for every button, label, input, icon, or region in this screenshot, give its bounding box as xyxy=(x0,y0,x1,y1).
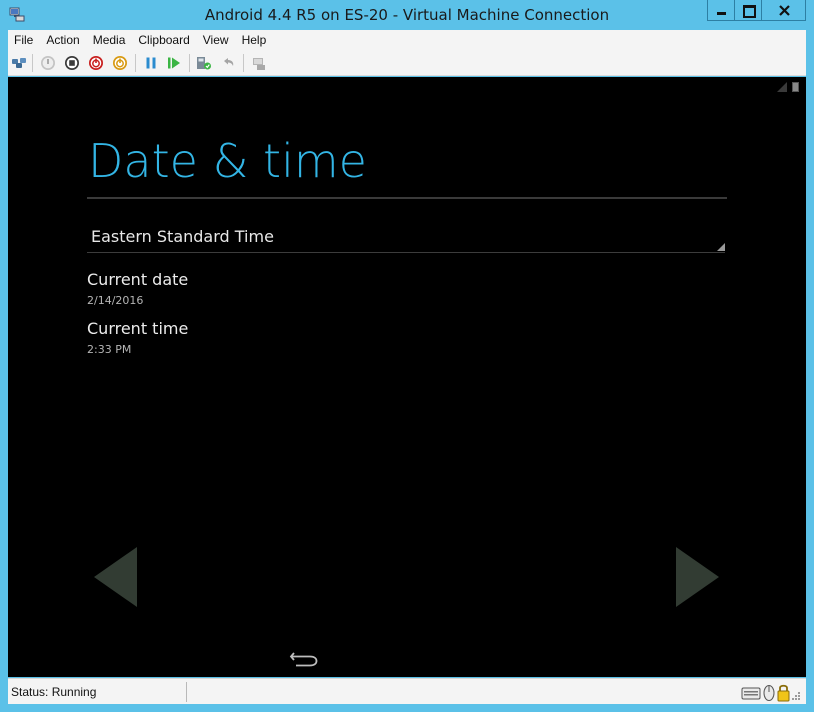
toolbar-separator xyxy=(189,54,190,72)
spinner-arrow-icon xyxy=(717,243,725,251)
menu-bar: File Action Media Clipboard View Help xyxy=(8,30,806,50)
vm-screen[interactable]: Date & time Eastern Standard Time Curren… xyxy=(8,77,806,677)
vm-status: Status: Running xyxy=(11,685,97,699)
pref-summary: 2:33 PM xyxy=(87,343,132,356)
revert-icon[interactable] xyxy=(220,55,236,71)
title-divider xyxy=(87,197,727,199)
window-title: Android 4.4 R5 on ES-20 - Virtual Machin… xyxy=(204,6,610,24)
mouse-icon xyxy=(763,685,775,701)
title-bar: Android 4.4 R5 on ES-20 - Virtual Machin… xyxy=(0,0,814,30)
close-icon xyxy=(779,5,790,16)
status-separator xyxy=(186,682,187,702)
menu-help[interactable]: Help xyxy=(242,30,267,50)
previous-arrow-icon[interactable] xyxy=(94,547,138,607)
minimize-button[interactable] xyxy=(707,0,734,21)
pref-title: Current date xyxy=(87,270,189,289)
turn-off-icon[interactable] xyxy=(64,55,80,71)
status-icons xyxy=(741,684,800,702)
save-icon[interactable] xyxy=(112,55,128,71)
toolbar-separator xyxy=(243,54,244,72)
start-icon[interactable] xyxy=(40,55,56,71)
menu-action[interactable]: Action xyxy=(46,30,79,50)
toolbar-separator xyxy=(135,54,136,72)
signal-battery-icon xyxy=(777,82,799,92)
back-icon[interactable] xyxy=(288,649,320,669)
next-arrow-icon[interactable] xyxy=(676,547,720,607)
checkpoint-icon[interactable] xyxy=(196,55,212,71)
shut-down-icon[interactable] xyxy=(88,55,104,71)
maximize-button[interactable] xyxy=(734,0,761,21)
ctrl-alt-del-icon[interactable] xyxy=(11,55,27,71)
enhanced-session-icon[interactable] xyxy=(251,55,267,71)
keyboard-icon xyxy=(741,687,761,700)
toolbar-separator xyxy=(32,54,33,72)
menu-file[interactable]: File xyxy=(14,30,33,50)
page-title: Date & time xyxy=(88,134,367,188)
window-controls xyxy=(707,0,806,21)
lock-icon xyxy=(777,684,790,702)
resume-icon[interactable] xyxy=(166,55,182,71)
pref-title: Current time xyxy=(87,319,189,338)
pause-icon[interactable] xyxy=(143,55,159,71)
toolbar xyxy=(8,50,806,76)
timezone-value: Eastern Standard Time xyxy=(91,227,274,246)
menu-media[interactable]: Media xyxy=(93,30,126,50)
close-button[interactable] xyxy=(761,0,806,21)
timezone-spinner[interactable]: Eastern Standard Time xyxy=(87,217,725,253)
menu-view[interactable]: View xyxy=(203,30,229,50)
resize-grip-icon[interactable] xyxy=(792,692,800,700)
status-bar: Status: Running xyxy=(8,678,806,704)
pref-summary: 2/14/2016 xyxy=(87,294,144,307)
pref-current-date[interactable]: Current date 2/14/2016 xyxy=(87,270,387,307)
menu-clipboard[interactable]: Clipboard xyxy=(138,30,189,50)
pref-current-time[interactable]: Current time 2:33 PM xyxy=(87,319,387,356)
